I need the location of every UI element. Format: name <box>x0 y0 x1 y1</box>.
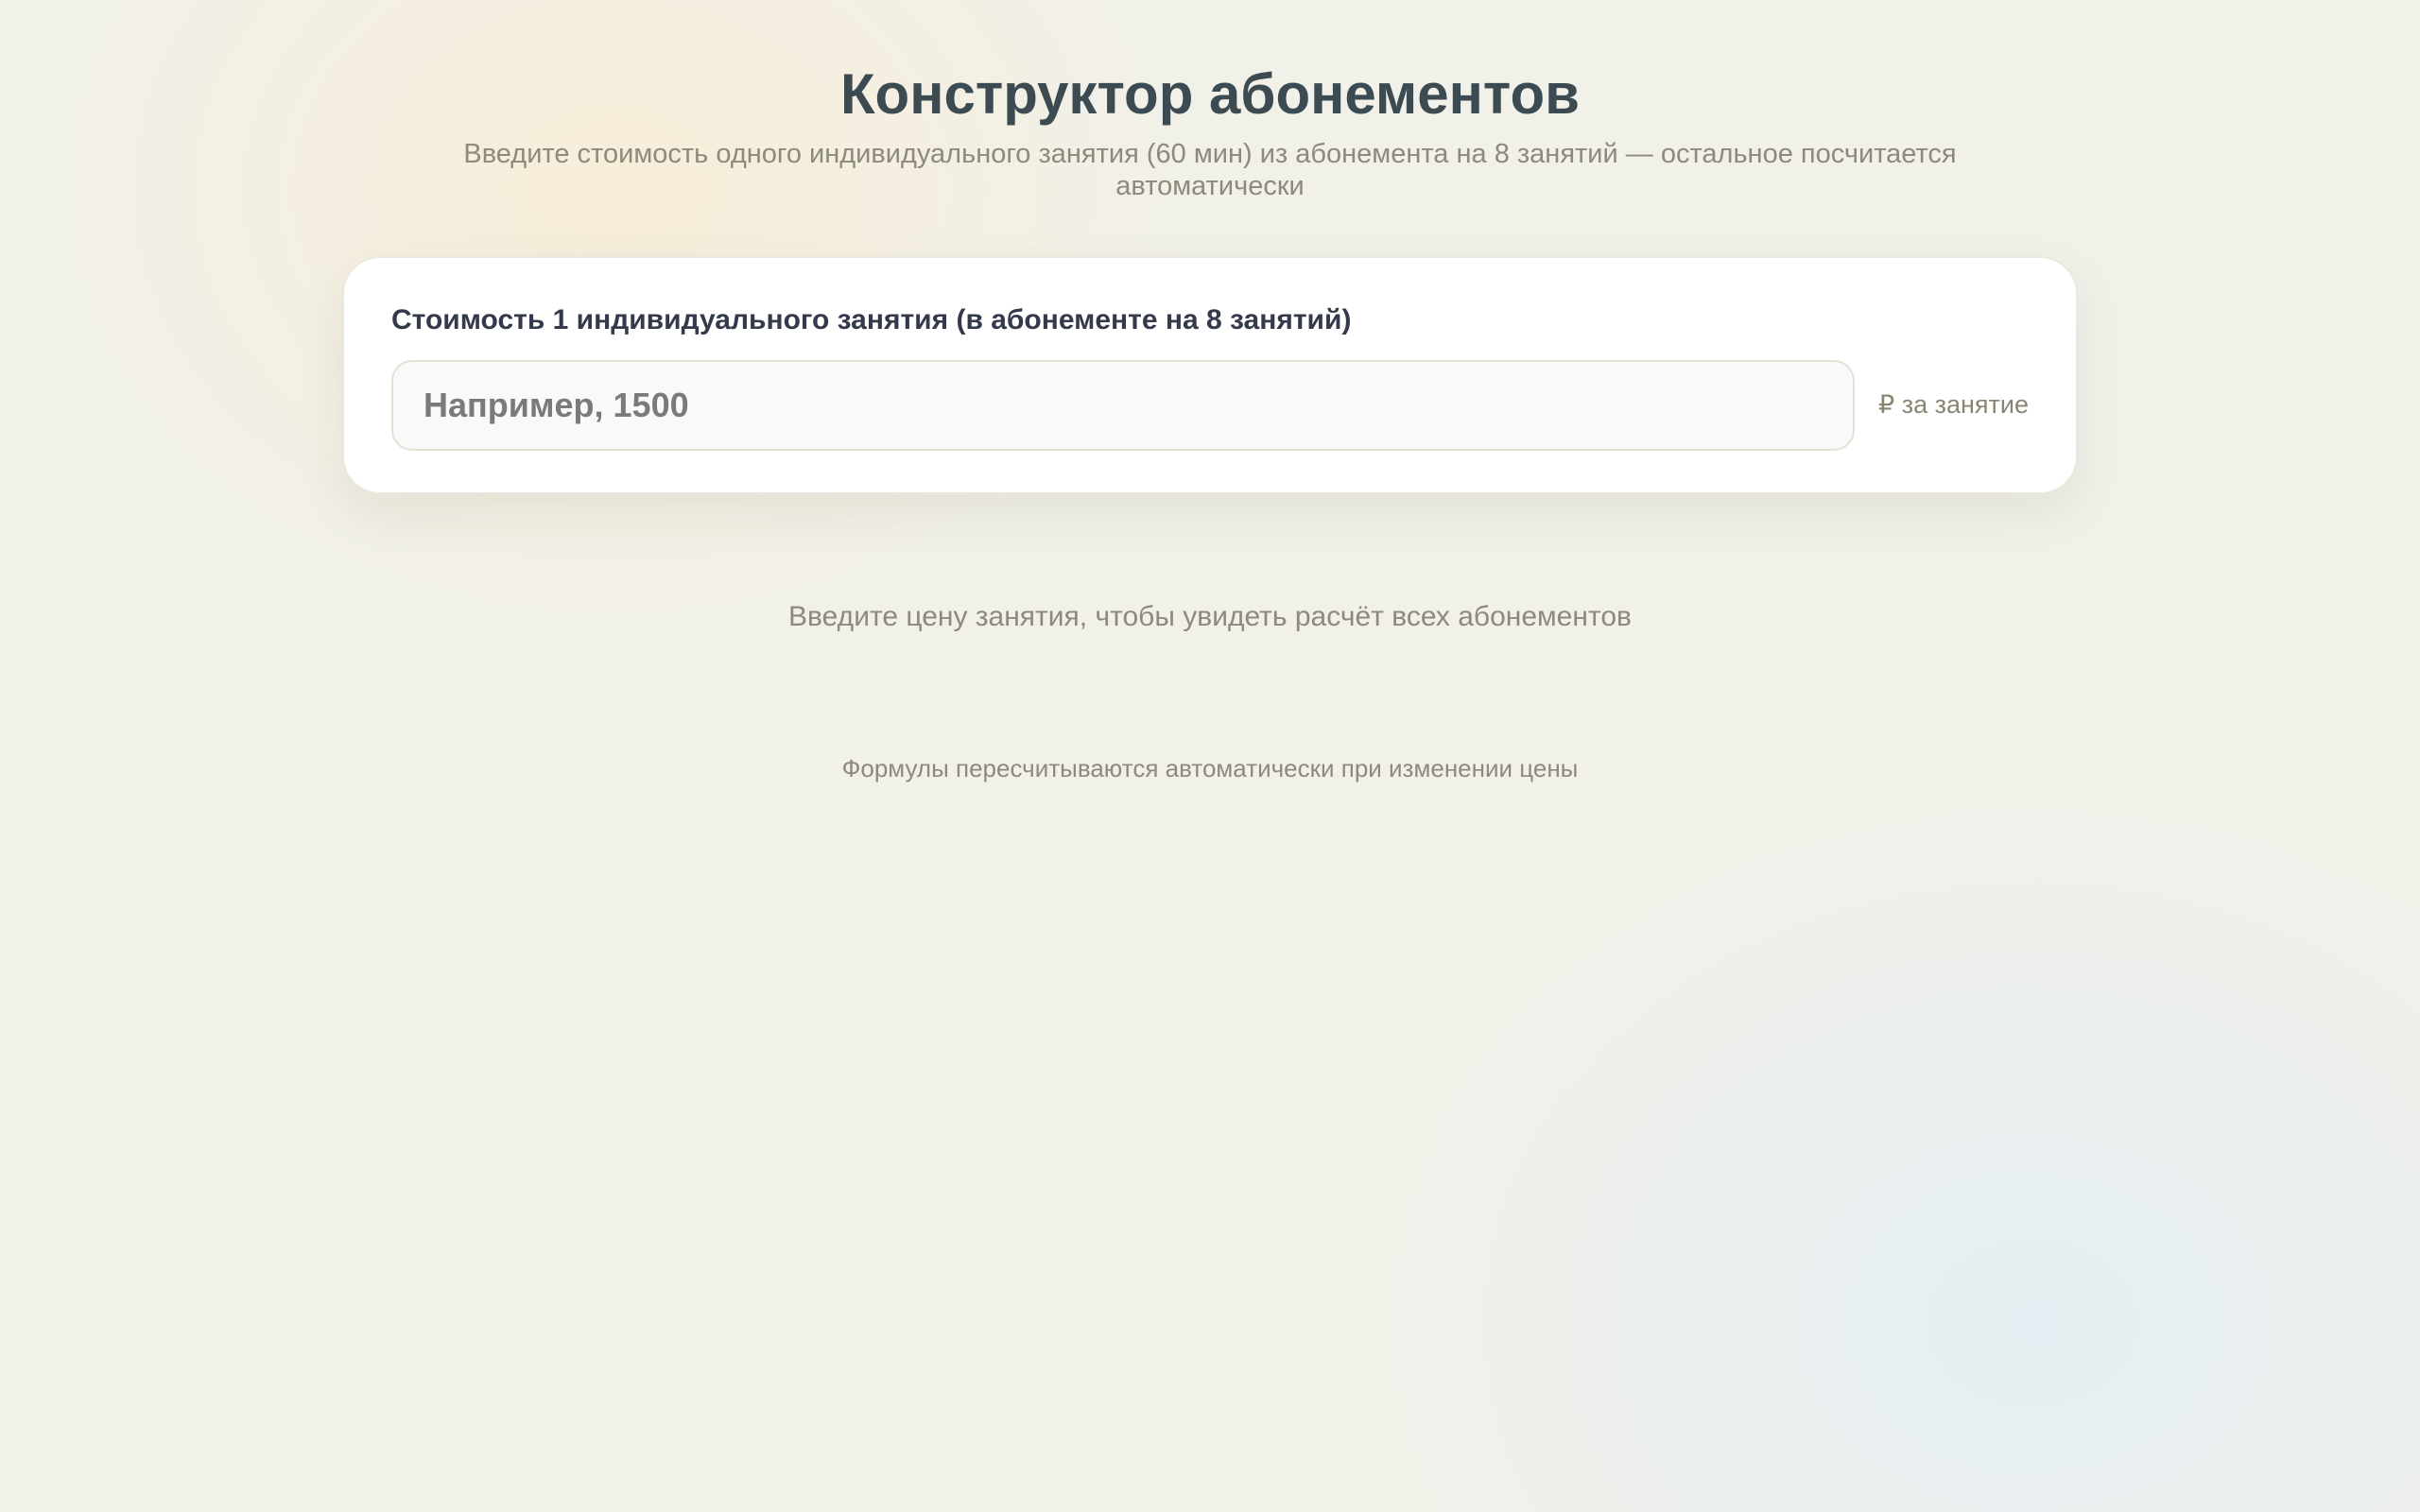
results-empty-hint: Введите цену занятия, чтобы увидеть расч… <box>788 601 1632 632</box>
currency-unit-label: ₽ за занятие <box>1878 390 2029 419</box>
price-field-label: Стоимость 1 индивидуального занятия (в а… <box>391 304 1352 335</box>
page-subtitle: Введите стоимость одного индивидуального… <box>463 139 1957 201</box>
price-input[interactable] <box>391 360 1855 451</box>
footer-note: Формулы пересчитываются автоматически пр… <box>841 754 1579 782</box>
price-input-card: Стоимость 1 индивидуального занятия (в а… <box>342 256 2078 494</box>
page-header: Конструктор абонементов Введите стоимост… <box>0 60 2420 202</box>
page-title: Конструктор абонементов <box>839 62 1581 126</box>
